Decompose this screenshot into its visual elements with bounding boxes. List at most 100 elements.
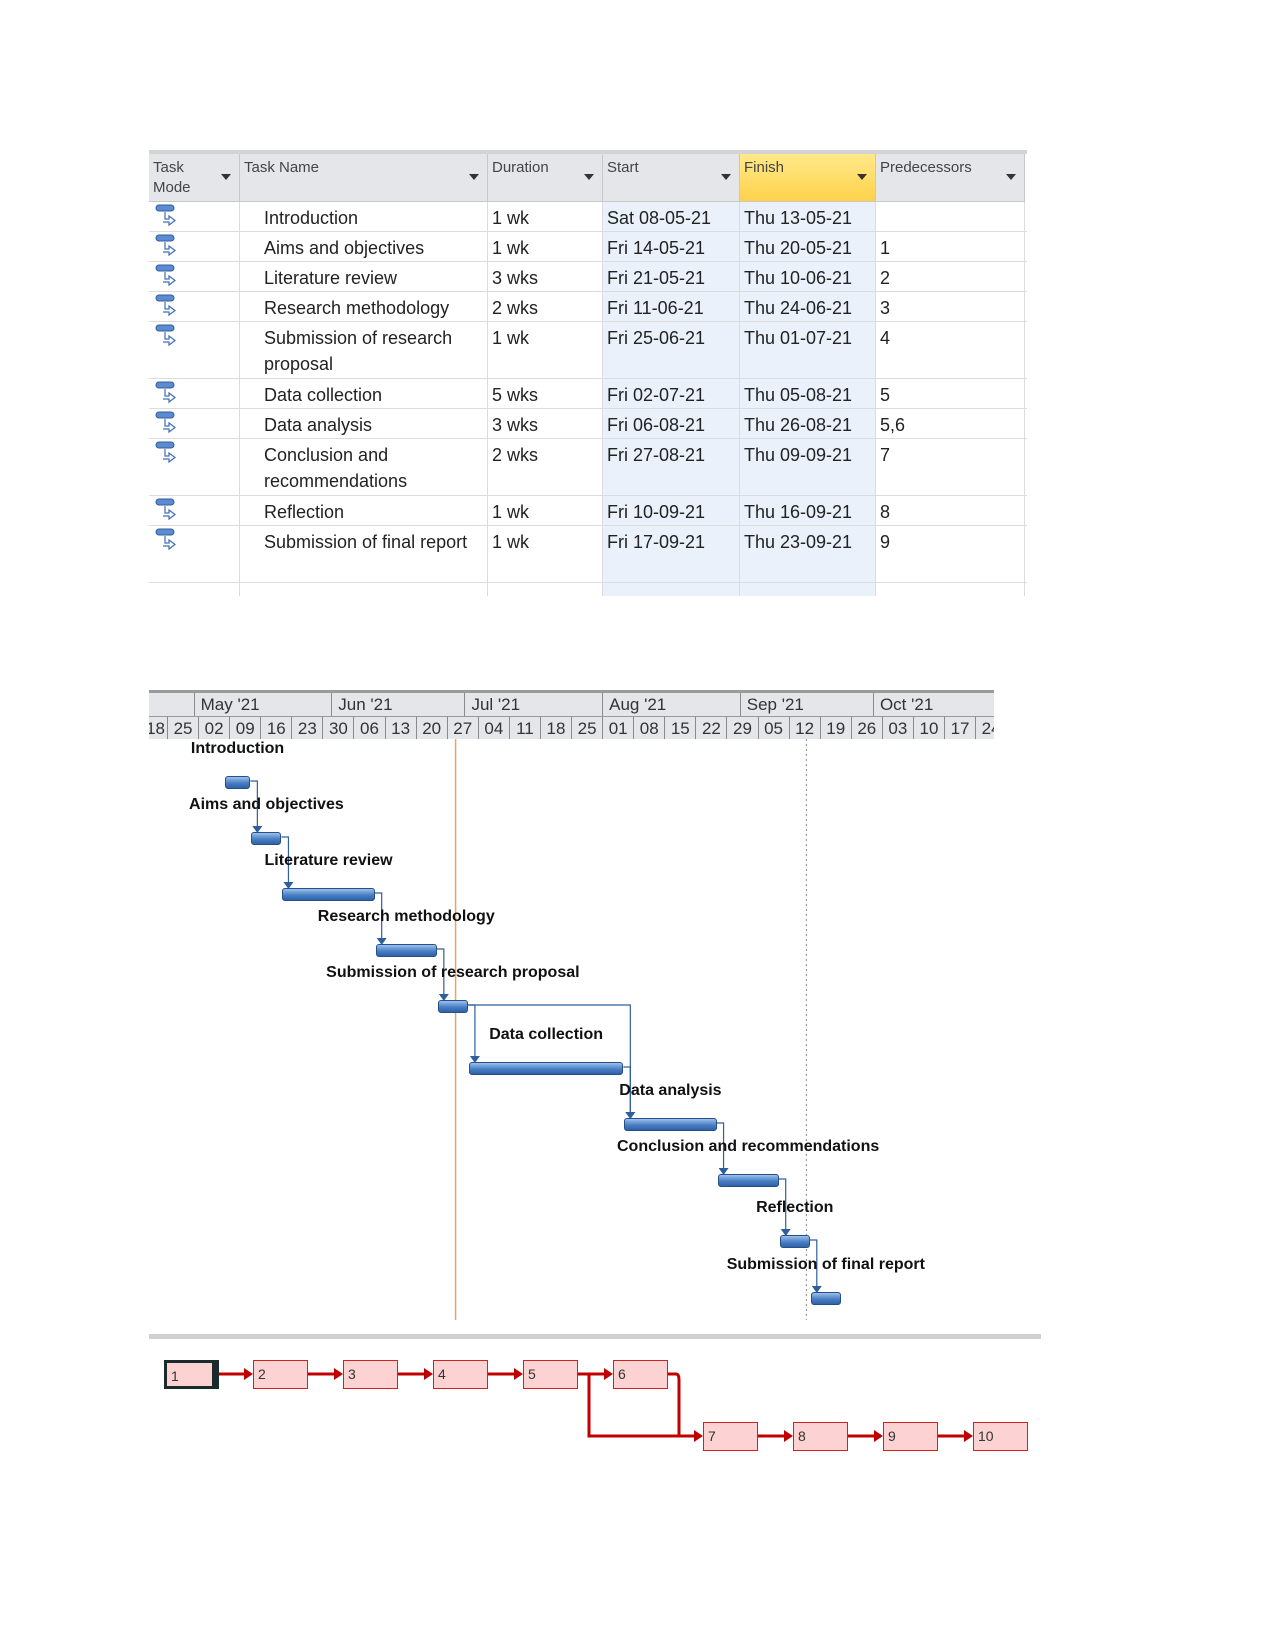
cell-duration[interactable]: 2 wks bbox=[488, 292, 603, 321]
cell-start[interactable]: Fri 14-05-21 bbox=[603, 232, 740, 261]
cell-predecessors[interactable]: 9 bbox=[876, 526, 1025, 582]
cell-start[interactable]: Fri 27-08-21 bbox=[603, 439, 740, 495]
cell-duration[interactable]: 2 wks bbox=[488, 439, 603, 495]
cell-mode[interactable] bbox=[149, 496, 240, 525]
cell-name[interactable]: Literature review bbox=[240, 262, 488, 291]
network-node[interactable]: 9 bbox=[883, 1422, 938, 1451]
column-header-finish[interactable]: Finish bbox=[740, 154, 876, 202]
cell-predecessors[interactable]: 2 bbox=[876, 262, 1025, 291]
network-node[interactable]: 8 bbox=[793, 1422, 848, 1451]
cell-finish[interactable]: Thu 20-05-21 bbox=[740, 232, 876, 261]
cell-name[interactable]: Data analysis bbox=[240, 409, 488, 438]
cell-mode[interactable] bbox=[149, 379, 240, 408]
cell-start[interactable]: Fri 11-06-21 bbox=[603, 292, 740, 321]
cell-predecessors[interactable]: 5,6 bbox=[876, 409, 1025, 438]
cell-finish[interactable]: Thu 23-09-21 bbox=[740, 526, 876, 582]
cell-mode[interactable] bbox=[149, 526, 240, 582]
task-bar[interactable] bbox=[810, 1292, 841, 1305]
cell-predecessors[interactable] bbox=[876, 202, 1025, 231]
filter-dropdown-icon[interactable] bbox=[584, 174, 594, 180]
network-node[interactable]: 5 bbox=[523, 1360, 578, 1389]
task-bar[interactable] bbox=[224, 776, 251, 789]
cell-predecessors[interactable]: 5 bbox=[876, 379, 1025, 408]
cell-predecessors[interactable]: 4 bbox=[876, 322, 1025, 378]
cell-finish[interactable]: Thu 16-09-21 bbox=[740, 496, 876, 525]
task-bar[interactable] bbox=[282, 888, 375, 901]
network-node[interactable]: 3 bbox=[343, 1360, 398, 1389]
filter-dropdown-icon[interactable] bbox=[1006, 174, 1016, 180]
cell-start[interactable]: Sat 08-05-21 bbox=[603, 202, 740, 231]
task-bar[interactable] bbox=[437, 1000, 468, 1013]
network-node[interactable]: 2 bbox=[253, 1360, 308, 1389]
table-row[interactable]: Submission of research proposal 1 wk Fri 2… bbox=[149, 322, 1027, 379]
cell-mode[interactable] bbox=[149, 322, 240, 378]
table-row[interactable]: Conclusion and recommendations 2 wks Fri 2… bbox=[149, 439, 1027, 496]
cell-mode[interactable] bbox=[149, 409, 240, 438]
table-row[interactable]: Reflection 1 wk Fri 10-09-21 Thu 16-09-21 8 bbox=[149, 496, 1027, 526]
cell-mode[interactable] bbox=[149, 439, 240, 495]
column-header-start[interactable]: Start bbox=[603, 154, 740, 202]
cell-finish[interactable]: Thu 09-09-21 bbox=[740, 439, 876, 495]
cell-duration[interactable]: 3 wks bbox=[488, 262, 603, 291]
cell-start[interactable]: Fri 10-09-21 bbox=[603, 496, 740, 525]
table-row[interactable]: Research methodology 2 wks Fri 11-06-21 Thu… bbox=[149, 292, 1027, 322]
filter-dropdown-icon[interactable] bbox=[857, 174, 867, 180]
column-header-mode[interactable]: Task Mode bbox=[149, 154, 240, 202]
table-row[interactable]: Literature review 3 wks Fri 21-05-21 Thu 10… bbox=[149, 262, 1027, 292]
filter-dropdown-icon[interactable] bbox=[469, 174, 479, 180]
cell-start[interactable]: Fri 17-09-21 bbox=[603, 526, 740, 582]
table-row[interactable]: Data analysis 3 wks Fri 06-08-21 Thu 26-08-… bbox=[149, 409, 1027, 439]
cell-name[interactable]: Introduction bbox=[240, 202, 488, 231]
cell-finish[interactable]: Thu 10-06-21 bbox=[740, 262, 876, 291]
cell-duration[interactable]: 5 wks bbox=[488, 379, 603, 408]
task-bar[interactable] bbox=[717, 1174, 779, 1187]
table-row[interactable]: Introduction 1 wk Sat 08-05-21 Thu 13-05-21 bbox=[149, 202, 1027, 232]
cell-start[interactable]: Fri 25-06-21 bbox=[603, 322, 740, 378]
network-node[interactable]: 4 bbox=[433, 1360, 488, 1389]
cell-duration[interactable]: 1 wk bbox=[488, 202, 603, 231]
cell-duration[interactable]: 1 wk bbox=[488, 496, 603, 525]
cell-finish[interactable]: Thu 01-07-21 bbox=[740, 322, 876, 378]
cell-predecessors[interactable]: 8 bbox=[876, 496, 1025, 525]
view-splitter[interactable] bbox=[149, 1334, 1041, 1339]
cell-finish[interactable]: Thu 24-06-21 bbox=[740, 292, 876, 321]
cell-name[interactable]: Research methodology bbox=[240, 292, 488, 321]
network-node[interactable]: 6 bbox=[613, 1360, 668, 1389]
task-bar[interactable] bbox=[251, 832, 282, 845]
cell-duration[interactable]: 3 wks bbox=[488, 409, 603, 438]
cell-name[interactable]: Reflection bbox=[240, 496, 488, 525]
cell-predecessors[interactable]: 7 bbox=[876, 439, 1025, 495]
cell-mode[interactable] bbox=[149, 262, 240, 291]
cell-start[interactable]: Fri 02-07-21 bbox=[603, 379, 740, 408]
cell-predecessors[interactable]: 3 bbox=[876, 292, 1025, 321]
cell-finish[interactable]: Thu 13-05-21 bbox=[740, 202, 876, 231]
cell-duration[interactable]: 1 wk bbox=[488, 232, 603, 261]
cell-predecessors[interactable]: 1 bbox=[876, 232, 1025, 261]
cell-start[interactable]: Fri 21-05-21 bbox=[603, 262, 740, 291]
column-header-duration[interactable]: Duration bbox=[488, 154, 603, 202]
table-row[interactable]: Aims and objectives 1 wk Fri 14-05-21 Thu 2… bbox=[149, 232, 1027, 262]
network-node[interactable]: 1 bbox=[164, 1360, 219, 1389]
cell-name[interactable]: Conclusion and recommendations bbox=[240, 439, 488, 495]
cell-name[interactable]: Submission of final report bbox=[240, 526, 488, 582]
cell-name[interactable]: Data collection bbox=[240, 379, 488, 408]
network-node[interactable]: 7 bbox=[703, 1422, 758, 1451]
cell-name[interactable]: Submission of research proposal bbox=[240, 322, 488, 378]
column-header-name[interactable]: Task Name bbox=[240, 154, 488, 202]
table-row[interactable]: Data collection 5 wks Fri 02-07-21 Thu 05-0… bbox=[149, 379, 1027, 409]
task-bar[interactable] bbox=[624, 1118, 717, 1131]
cell-finish[interactable]: Thu 26-08-21 bbox=[740, 409, 876, 438]
filter-dropdown-icon[interactable] bbox=[221, 174, 231, 180]
column-header-predecessors[interactable]: Predecessors bbox=[876, 154, 1025, 202]
cell-mode[interactable] bbox=[149, 292, 240, 321]
cell-mode[interactable] bbox=[149, 232, 240, 261]
filter-dropdown-icon[interactable] bbox=[721, 174, 731, 180]
task-bar[interactable] bbox=[779, 1235, 810, 1248]
cell-mode[interactable] bbox=[149, 202, 240, 231]
task-bar[interactable] bbox=[375, 944, 437, 957]
cell-start[interactable]: Fri 06-08-21 bbox=[603, 409, 740, 438]
cell-name[interactable]: Aims and objectives bbox=[240, 232, 488, 261]
network-node[interactable]: 10 bbox=[973, 1422, 1028, 1451]
cell-duration[interactable]: 1 wk bbox=[488, 526, 603, 582]
cell-duration[interactable]: 1 wk bbox=[488, 322, 603, 378]
